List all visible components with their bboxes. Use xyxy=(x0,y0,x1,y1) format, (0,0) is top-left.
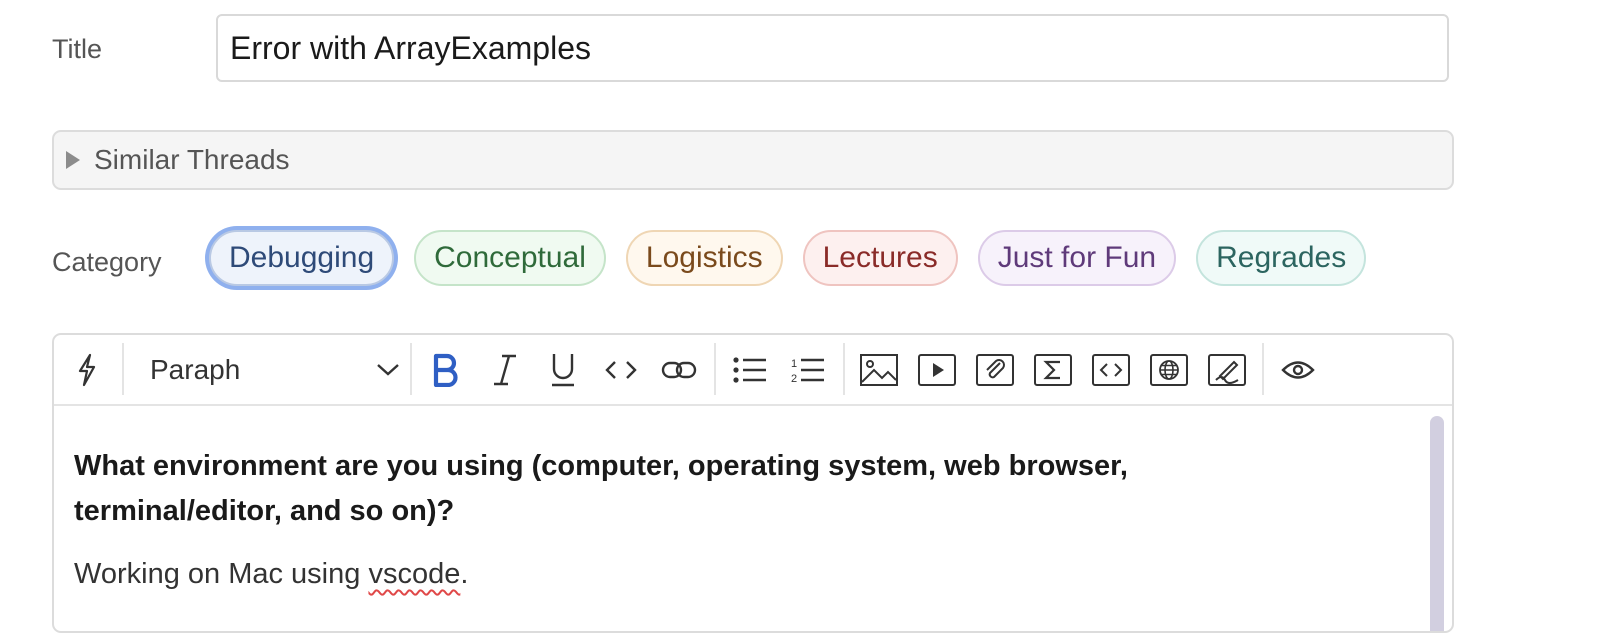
bold-icon[interactable] xyxy=(432,353,460,387)
post-editor: Paraph 12 What environment are you using… xyxy=(52,333,1454,633)
category-chips: Debugging Conceptual Logistics Lectures Just… xyxy=(209,230,1367,286)
answer-prefix: Working on Mac using xyxy=(74,558,369,590)
image-icon[interactable] xyxy=(860,353,898,386)
web-embed-icon[interactable] xyxy=(1150,353,1188,386)
chevron-down-icon xyxy=(377,363,399,376)
link-icon[interactable] xyxy=(661,359,697,381)
title-input[interactable] xyxy=(216,14,1449,82)
title-label: Title xyxy=(52,34,103,64)
misspelled-word: vscode xyxy=(368,558,461,590)
toolbar-divider xyxy=(122,343,124,395)
similar-threads-toggle[interactable]: Similar Threads xyxy=(52,130,1454,190)
category-chip-just-for-fun[interactable]: Just for Fun xyxy=(977,230,1177,286)
category-chip-debugging[interactable]: Debugging xyxy=(209,230,395,286)
drawing-icon[interactable] xyxy=(1208,353,1246,386)
editor-toolbar: Paraph 12 xyxy=(54,335,1452,406)
category-chip-logistics[interactable]: Logistics xyxy=(625,230,783,286)
category-chip-lectures[interactable]: Lectures xyxy=(802,230,958,286)
toolbar-divider xyxy=(410,343,412,395)
category-chip-regrades[interactable]: Regrades xyxy=(1196,230,1367,286)
bullet-list-icon[interactable] xyxy=(733,356,767,383)
numbered-list-icon[interactable]: 12 xyxy=(791,356,825,384)
underline-icon[interactable] xyxy=(549,352,577,388)
attachment-icon[interactable] xyxy=(976,353,1014,386)
template-question: What environment are you using (computer… xyxy=(74,450,1128,527)
category-label: Category xyxy=(52,247,162,277)
math-icon[interactable] xyxy=(1034,353,1072,386)
editor-scrollbar[interactable] xyxy=(1430,416,1444,631)
answer-suffix: . xyxy=(460,558,469,590)
toolbar-divider xyxy=(843,343,845,395)
expand-triangle-icon xyxy=(66,151,80,169)
toolbar-divider xyxy=(1262,343,1264,395)
answer-text: Working on Mac using vscode. xyxy=(74,558,1432,591)
video-icon[interactable] xyxy=(918,353,956,386)
block-format-select[interactable]: Paraph xyxy=(150,335,400,404)
lightning-icon[interactable] xyxy=(75,353,99,387)
editor-content[interactable]: What environment are you using (computer… xyxy=(54,406,1452,591)
code-icon[interactable] xyxy=(605,359,637,381)
block-format-value: Paraph xyxy=(150,353,241,385)
category-chip-conceptual[interactable]: Conceptual xyxy=(414,230,606,286)
preview-icon[interactable] xyxy=(1281,359,1315,381)
svg-text:2: 2 xyxy=(791,373,797,384)
similar-threads-label: Similar Threads xyxy=(94,144,290,175)
svg-text:1: 1 xyxy=(791,358,797,370)
italic-icon[interactable] xyxy=(492,353,518,387)
code-block-icon[interactable] xyxy=(1092,353,1130,386)
toolbar-divider xyxy=(714,343,716,395)
